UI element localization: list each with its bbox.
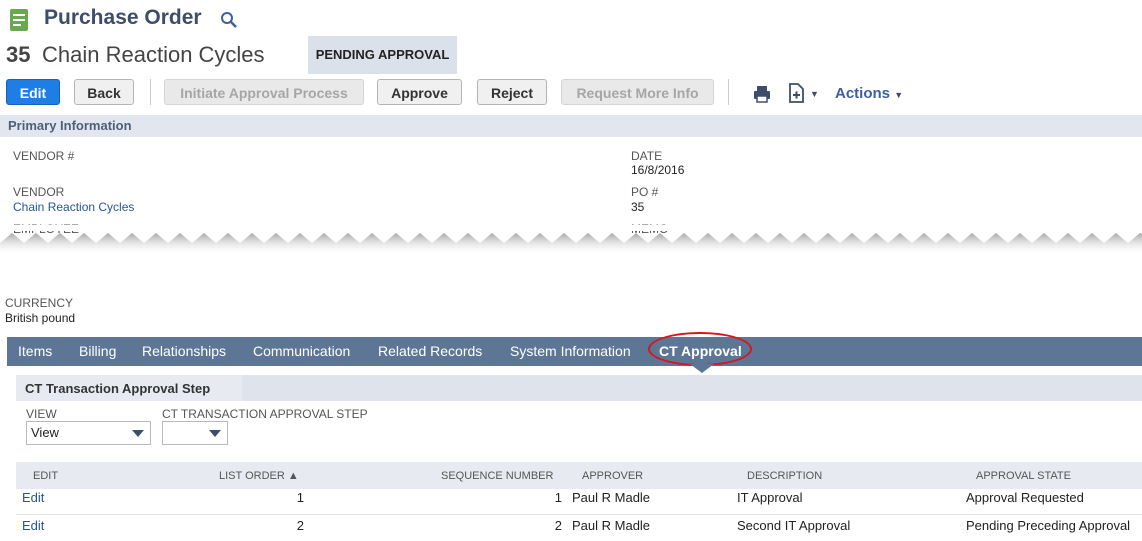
- tab-items[interactable]: Items: [18, 343, 52, 359]
- torn-edge-divider: [0, 225, 1142, 305]
- tab-communication[interactable]: Communication: [253, 343, 350, 359]
- chevron-down-icon[interactable]: ▼: [810, 89, 819, 99]
- description-cell: IT Approval: [737, 490, 803, 505]
- list-order-cell: 2: [296, 518, 304, 533]
- row-edit-link[interactable]: Edit: [22, 490, 44, 505]
- chevron-down-icon: [209, 430, 221, 437]
- toolbar-divider: [728, 79, 729, 105]
- po-label: PO #: [631, 185, 659, 199]
- tab-related-records[interactable]: Related Records: [378, 343, 482, 359]
- tab-billing[interactable]: Billing: [79, 343, 116, 359]
- section-title: Primary Information: [8, 118, 132, 133]
- sequence-cell: 1: [554, 490, 562, 505]
- highlight-circle: [648, 332, 752, 366]
- currency-value: British pound: [5, 311, 76, 325]
- currency-label: CURRENCY: [5, 296, 74, 310]
- record-name: Chain Reaction Cycles: [42, 42, 265, 67]
- new-document-icon[interactable]: [786, 82, 806, 104]
- column-header-description[interactable]: DESCRIPTION: [747, 470, 822, 482]
- view-label: VIEW: [26, 407, 57, 421]
- column-header-sequence-number[interactable]: SEQUENCE NUMBER: [441, 470, 553, 482]
- vendor-link[interactable]: Chain Reaction Cycles: [13, 200, 134, 214]
- list-order-cell: 1: [296, 490, 304, 505]
- document-icon: [10, 9, 28, 31]
- approve-button[interactable]: Approve: [377, 79, 462, 105]
- status-badge: PENDING APPROVAL: [308, 36, 457, 74]
- record-id: 35: [6, 42, 31, 67]
- date-value: 16/8/2016: [631, 163, 685, 177]
- active-tab-pointer: [690, 364, 714, 373]
- view-select-value: View: [31, 425, 59, 440]
- request-more-info-button[interactable]: Request More Info: [561, 79, 714, 105]
- column-header-list-order[interactable]: LIST ORDER ▲: [219, 470, 299, 482]
- approval-state-cell: Approval Requested: [966, 490, 1084, 505]
- actions-label: Actions: [835, 85, 891, 102]
- approval-step-label: CT TRANSACTION APPROVAL STEP: [162, 407, 368, 421]
- page-title: Purchase Order: [44, 6, 202, 29]
- reject-button[interactable]: Reject: [477, 79, 547, 105]
- tab-system-information[interactable]: System Information: [510, 343, 631, 359]
- search-icon[interactable]: [220, 11, 238, 29]
- edit-button[interactable]: Edit: [6, 79, 60, 105]
- date-label: DATE: [631, 149, 663, 163]
- chevron-down-icon: ▼: [894, 90, 904, 100]
- approver-cell: Paul R Madle: [572, 490, 651, 505]
- approver-cell: Paul R Madle: [572, 518, 651, 533]
- approval-state-cell: Pending Preceding Approval: [966, 518, 1131, 533]
- toolbar-divider: [150, 79, 151, 105]
- print-icon[interactable]: [752, 84, 772, 104]
- description-cell: Second IT Approval: [737, 518, 851, 533]
- row-divider: [16, 514, 1142, 515]
- initiate-approval-button[interactable]: Initiate Approval Process: [164, 79, 364, 105]
- subtab-label: CT Transaction Approval Step: [25, 381, 211, 396]
- vendor-label: VENDOR: [13, 185, 65, 199]
- po-value: 35: [631, 200, 645, 214]
- chevron-down-icon: [132, 430, 144, 437]
- column-header-approval-state[interactable]: APPROVAL STATE: [976, 470, 1071, 482]
- primary-info-header[interactable]: [0, 115, 1142, 137]
- tab-relationships[interactable]: Relationships: [142, 343, 226, 359]
- column-header-approver[interactable]: APPROVER: [582, 470, 643, 482]
- vendor-number-label: VENDOR #: [13, 149, 75, 163]
- back-button[interactable]: Back: [74, 79, 134, 105]
- actions-menu[interactable]: Actions ▼: [835, 85, 903, 102]
- row-edit-link[interactable]: Edit: [22, 518, 44, 533]
- column-header-edit[interactable]: EDIT: [33, 470, 58, 482]
- sequence-cell: 2: [554, 518, 562, 533]
- table-header: [16, 462, 1142, 489]
